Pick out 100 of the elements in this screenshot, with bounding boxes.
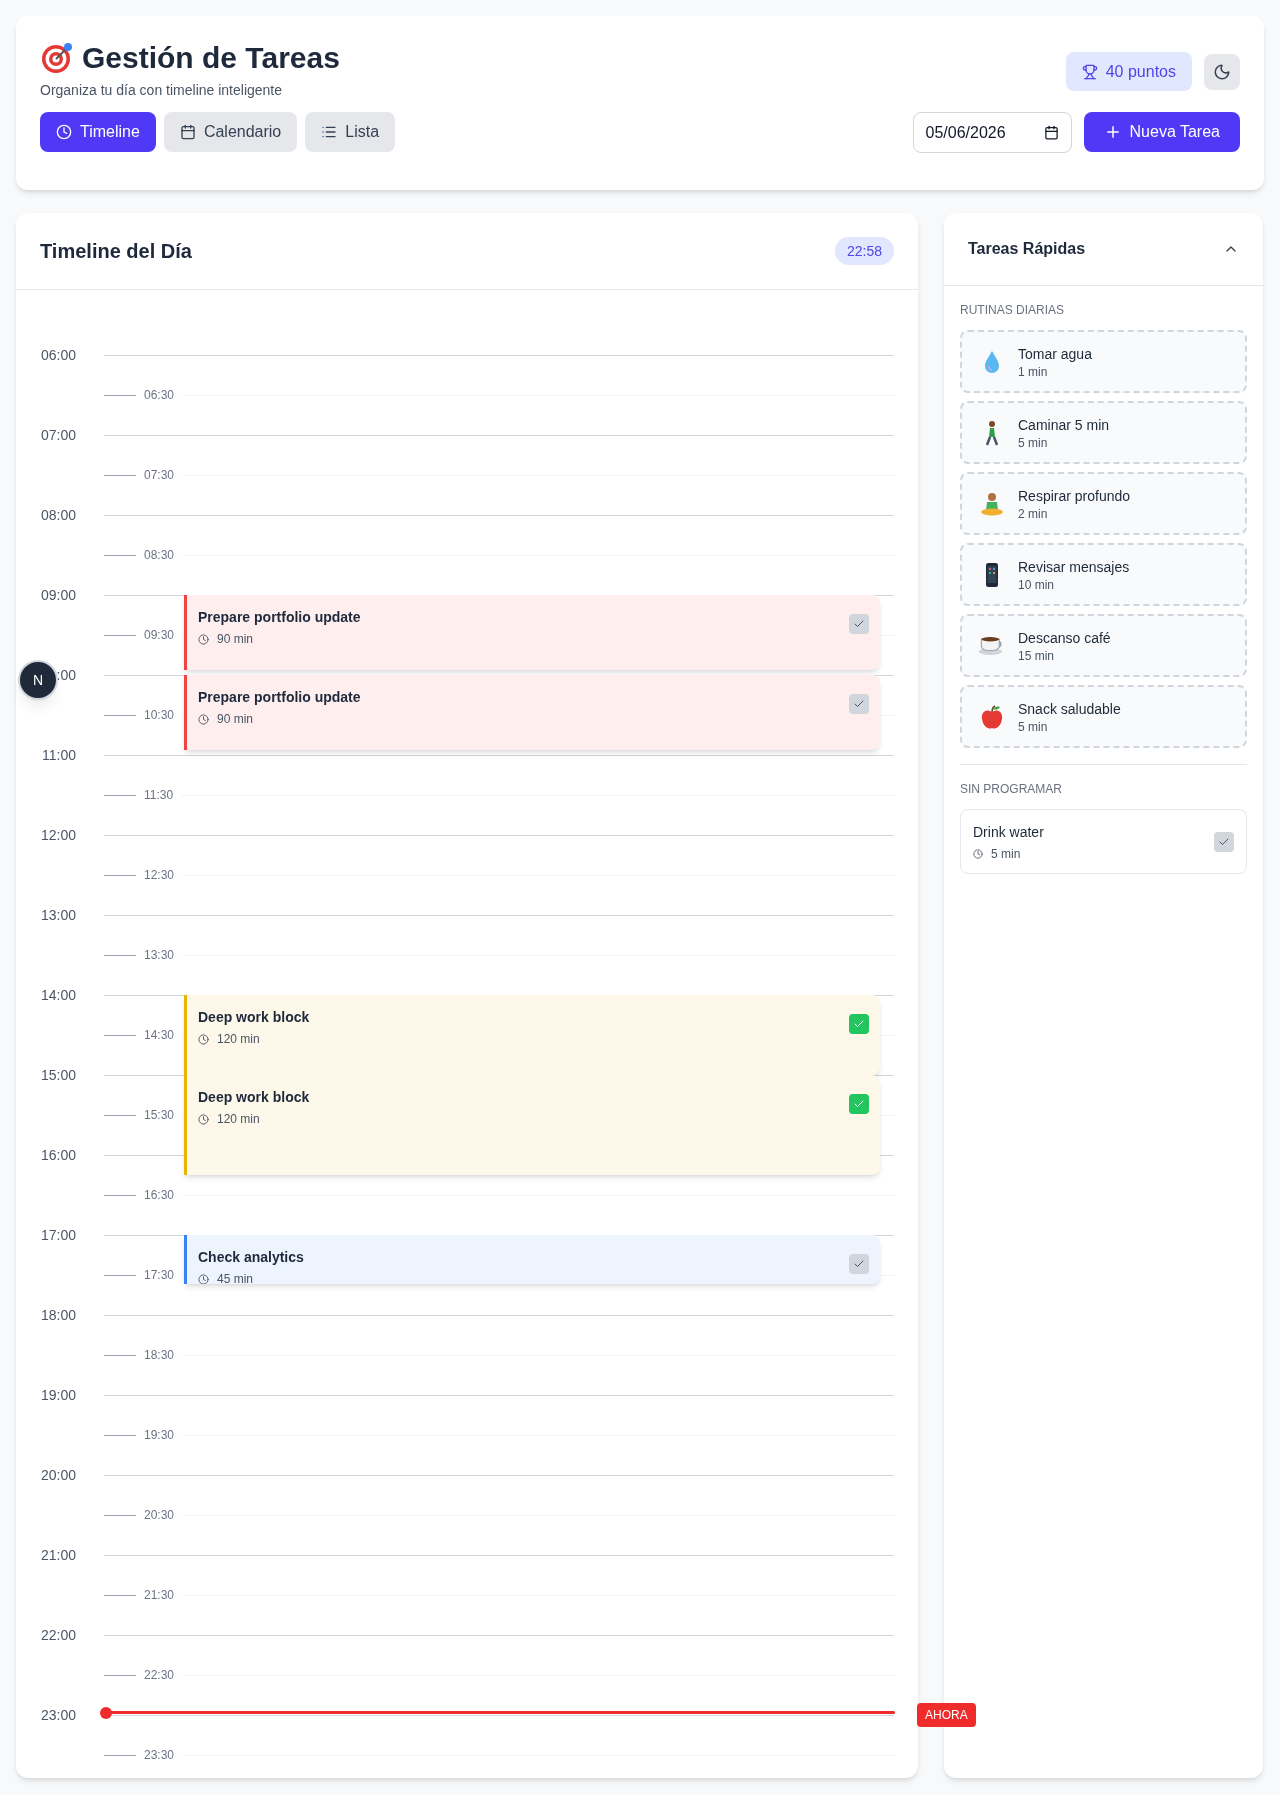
routine-name: Snack saludable [1018, 699, 1121, 719]
routine-item[interactable]: Snack saludable 5 min [960, 685, 1247, 748]
checkbox[interactable] [1214, 831, 1234, 852]
routine-duration: 10 min [1018, 576, 1056, 593]
target-icon [40, 41, 74, 75]
task-duration: 120 min [217, 1031, 260, 1047]
half-hour-label: 12:30 [144, 867, 175, 883]
checkbox[interactable] [849, 1094, 869, 1114]
task-title: Deep work block [198, 1088, 310, 1107]
new-task-button[interactable]: Nueva Tarea [1083, 112, 1240, 152]
task-duration: 90 min [217, 631, 254, 647]
task-card[interactable]: Prepare portfolio update 90 min [184, 675, 880, 750]
hour-label: 15:00 [40, 1066, 76, 1085]
clock-icon [973, 848, 983, 859]
routine-duration: 15 min [1018, 647, 1056, 664]
routine-duration: 5 min [1018, 434, 1049, 451]
app-subtitle: Organiza tu día con timeline inteligente [40, 81, 284, 100]
clock-icon [198, 633, 209, 645]
half-hour-label: 23:30 [144, 1747, 175, 1763]
half-hour-label: 15:30 [144, 1107, 175, 1123]
section-heading: SIN PROGRAMAR [960, 781, 1063, 797]
routine-duration: 5 min [1018, 718, 1049, 735]
timeline-title: Timeline del Día [40, 239, 192, 264]
half-hour-label: 06:30 [144, 387, 175, 403]
hour-label: 16:00 [40, 1146, 76, 1165]
section-heading: RUTINAS DIARIAS [960, 302, 1065, 318]
hour-label: 20:00 [40, 1466, 76, 1485]
hour-label: 19:00 [40, 1386, 76, 1405]
check-icon [853, 1098, 865, 1110]
task-duration: 45 min [217, 1271, 254, 1284]
hour-label: 13:00 [40, 906, 76, 925]
trophy-icon [1081, 63, 1098, 80]
half-hour-label: 11:30 [144, 787, 174, 803]
date-field[interactable]: 05/06/2026 [912, 112, 1072, 153]
hour-label: 21:00 [40, 1546, 76, 1565]
clock-icon [198, 713, 209, 725]
hour-label: 23:00 [40, 1706, 76, 1725]
hour-label: 07:00 [40, 426, 76, 445]
view-tab[interactable]: Calendario [163, 112, 298, 152]
half-hour-label: 14:30 [144, 1027, 175, 1043]
half-hour-label: 19:30 [144, 1427, 175, 1443]
unscheduled-task[interactable]: Drink water 5 min [960, 809, 1247, 874]
task-card[interactable]: Deep work block 120 min [184, 1075, 880, 1175]
hour-label: 11:00 [41, 746, 76, 765]
checkbox[interactable] [849, 1014, 869, 1034]
half-hour-label: 09:30 [144, 627, 175, 643]
routine-duration: 2 min [1018, 505, 1049, 522]
routine-item[interactable]: Caminar 5 min 5 min [960, 401, 1247, 464]
routine-item[interactable]: Revisar mensajes 10 min [960, 543, 1247, 606]
hour-label: 18:00 [40, 1306, 76, 1325]
calendar-icon[interactable] [1043, 125, 1059, 140]
dev-indicator-button[interactable]: N [20, 662, 56, 698]
check-icon [853, 1258, 865, 1270]
dark-mode-button[interactable] [1204, 54, 1240, 90]
hour-label: 22:00 [40, 1626, 76, 1645]
routine-duration: 1 min [1018, 363, 1049, 380]
half-hour-label: 20:30 [144, 1507, 175, 1523]
routine-name: Tomar agua [1018, 344, 1092, 364]
quick-tasks-title: Tareas Rápidas [968, 239, 1086, 259]
moon-icon [1213, 63, 1231, 81]
clock-icon [198, 1273, 209, 1284]
task-title: Deep work block [198, 1008, 310, 1027]
routine-name: Revisar mensajes [1018, 557, 1130, 577]
clock-icon [198, 1113, 209, 1125]
app-title: Gestión de Tareas [82, 40, 340, 76]
now-badge: AHORA [917, 1703, 976, 1728]
task-duration: 90 min [217, 711, 254, 727]
view-tab[interactable]: Timeline [40, 112, 156, 152]
half-hour-label: 18:30 [144, 1347, 175, 1363]
routine-item[interactable]: Tomar agua 1 min [960, 330, 1247, 393]
check-icon [853, 618, 865, 630]
list-icon [321, 124, 338, 140]
task-card[interactable]: Prepare portfolio update 90 min [184, 595, 880, 670]
check-icon [853, 698, 865, 710]
hour-label: :00 [55, 666, 76, 685]
routine-item[interactable]: Respirar profundo 2 min [960, 472, 1247, 535]
clock-icon [198, 1033, 209, 1045]
task-duration: 5 min [991, 845, 1021, 862]
half-hour-label: 17:30 [144, 1267, 175, 1283]
checkbox[interactable] [849, 1254, 869, 1274]
routine-name: Descanso café [1018, 628, 1111, 648]
checkbox[interactable] [849, 614, 869, 634]
check-icon [853, 1018, 865, 1030]
hour-label: 06:00 [40, 346, 76, 365]
task-title: Prepare portfolio update [198, 688, 361, 707]
task-duration: 120 min [217, 1111, 260, 1127]
checkbox[interactable] [849, 694, 869, 714]
task-card[interactable]: Check analytics 45 min [184, 1235, 880, 1284]
task-card[interactable]: Deep work block 120 min [184, 995, 880, 1075]
routine-item[interactable]: Descanso café 15 min [960, 614, 1247, 677]
clock-badge: 22:58 [834, 237, 894, 265]
half-hour-label: 16:30 [144, 1187, 175, 1203]
calendar-icon [179, 124, 196, 140]
half-hour-label: 13:30 [144, 947, 175, 963]
task-title: Drink water [973, 822, 1044, 842]
hour-label: 09:00 [40, 586, 76, 605]
hour-label: 12:00 [40, 826, 76, 845]
view-tab[interactable]: Lista [305, 112, 396, 152]
half-hour-label: 07:30 [144, 467, 175, 483]
task-title: Check analytics [198, 1248, 304, 1267]
